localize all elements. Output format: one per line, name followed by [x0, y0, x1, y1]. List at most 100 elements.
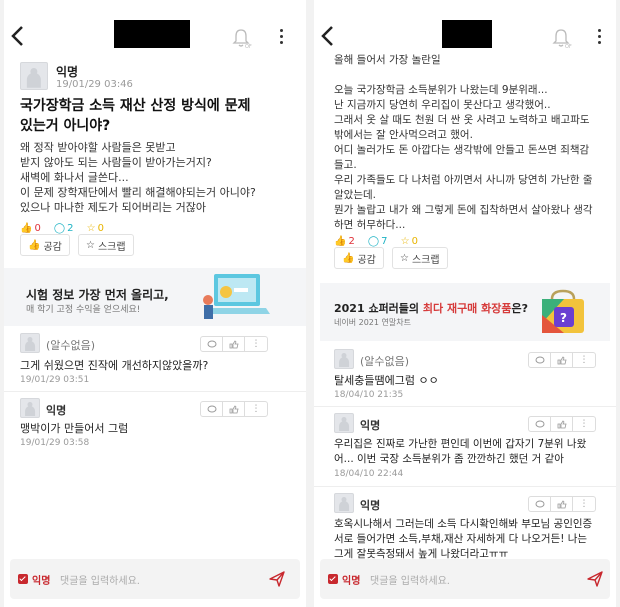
- back-arrow-icon[interactable]: [8, 22, 28, 50]
- send-icon[interactable]: [268, 570, 286, 588]
- post-body: 왜 정작 받아야할 사람들은 못받고 받지 않아도 되는 사람들이 받아가는거지…: [20, 140, 256, 215]
- reply-icon[interactable]: [201, 402, 223, 416]
- star-icon: ☆: [400, 252, 409, 264]
- comment-text: 어... 이번 국장 소득분위가 좀 깐깐하긴 했던 거 같아: [334, 453, 564, 465]
- notification-off-icon[interactable]: OFF: [550, 27, 572, 49]
- banner-title-pre: 2021 쇼퍼러들의: [334, 302, 423, 315]
- reply-icon[interactable]: [529, 353, 551, 367]
- anonymous-checkbox[interactable]: [328, 574, 338, 584]
- back-arrow-icon[interactable]: [318, 22, 338, 50]
- body-line: [334, 68, 593, 83]
- like-label: 공감: [357, 254, 376, 266]
- like-button[interactable]: 👍 공감: [20, 234, 70, 256]
- reply-icon[interactable]: [529, 497, 551, 511]
- banner-title: 시험 정보 가장 먼저 올리고,: [26, 288, 169, 302]
- scrap-count: 0: [97, 223, 104, 234]
- comment-input-bar: 익명 댓글을 입력하세요.: [320, 559, 610, 599]
- avatar: [334, 413, 354, 433]
- comment-input-bar: 익명 댓글을 입력하세요.: [10, 559, 300, 599]
- notification-off-icon[interactable]: OFF: [230, 27, 252, 49]
- comment-text: 맹박이가 만들어서 그럼: [20, 422, 129, 435]
- comment-count-icon: ◯: [367, 236, 380, 247]
- comment-text: 그게 쉬웠으면 진작에 개선하지않았을까?: [20, 359, 209, 372]
- scrap-count-icon: ☆: [400, 236, 410, 247]
- divider: [314, 486, 616, 487]
- ad-banner[interactable]: 시험 정보 가장 먼저 올리고, 매 학기 고정 수익을 얻으세요!: [4, 268, 306, 326]
- like-icon[interactable]: [551, 353, 573, 367]
- avatar: [20, 333, 40, 353]
- body-line: 오늘 국가장학금 소득분위가 나왔는데 9분위래...: [334, 84, 548, 96]
- more-icon[interactable]: ⋮: [573, 497, 595, 511]
- comment-count: 2: [67, 223, 74, 234]
- body-line: 어디 놀러가도 돈 아깝다는 생각밖에 안들고 돈쓰면 죄책감: [334, 144, 590, 156]
- like-icon[interactable]: [551, 417, 573, 431]
- body-line: 난 지금까지 당연히 우리집이 못산다고 생각했어..: [334, 99, 551, 111]
- more-icon[interactable]: ⋮: [573, 417, 595, 431]
- banner-subtitle: 매 학기 고정 수익을 얻으세요!: [26, 305, 141, 315]
- redacted-block: [114, 20, 190, 48]
- comment-author: 익명: [360, 419, 381, 432]
- right-screen: OFF 올해 들어서 가장 놀란일 오늘 국가장학금 소득분위가 나왔는데 9분…: [314, 0, 616, 607]
- body-line: 받지 않아도 되는 사람들이 받아가는거지?: [20, 156, 212, 169]
- svg-text:?: ?: [560, 311, 567, 325]
- redacted-block: [442, 20, 492, 48]
- scrap-button[interactable]: ☆ 스크랩: [78, 234, 134, 256]
- comment-text: 서로 들어가면 소득,부채,재산 자세하게 다 나오거든! 나는: [334, 533, 588, 545]
- reply-icon[interactable]: [201, 337, 223, 351]
- send-icon[interactable]: [586, 570, 604, 588]
- thumbs-up-icon: 👍: [342, 252, 355, 264]
- body-line: 알았는데.: [334, 189, 376, 201]
- body-line: 우리 가족들도 다 나처럼 아끼면서 사니까 당연히 가난한 줄: [334, 174, 593, 186]
- scrap-button[interactable]: ☆ 스크랩: [392, 247, 448, 269]
- avatar: [334, 493, 354, 513]
- comment-actions: ⋮: [528, 352, 596, 368]
- anonymous-checkbox[interactable]: [18, 574, 28, 584]
- like-count: 0: [34, 223, 41, 234]
- banner-title-post: 은?: [511, 302, 529, 315]
- post-author: 익명: [56, 65, 79, 79]
- body-line: 새벽에 화나서 글쓴다...: [20, 171, 129, 184]
- body-line: 밖에서는 잘 안사먹으려고 했어.: [334, 129, 473, 141]
- comment-count-icon: ◯: [53, 223, 66, 234]
- comment-actions: ⋮: [528, 416, 596, 432]
- comment-count: 7: [381, 236, 388, 247]
- comment-text: 호옥시나해서 그러는데 소득 다시확인해봐 부모님 공인인증: [334, 518, 593, 530]
- top-bar: OFF: [4, 0, 306, 60]
- body-line: 들고.: [334, 159, 357, 171]
- like-icon[interactable]: [551, 497, 573, 511]
- like-count-icon: 👍: [20, 223, 33, 234]
- comment-date: 19/01/29 03:51: [20, 375, 90, 385]
- more-icon[interactable]: ⋮: [245, 337, 267, 351]
- post-stats: 👍 2 ◯ 7 ☆ 0: [334, 229, 426, 248]
- like-button[interactable]: 👍 공감: [334, 247, 384, 269]
- comment-actions: ⋮: [200, 336, 268, 352]
- svg-text:OFF: OFF: [245, 44, 252, 49]
- scrap-label: 스크랩: [411, 254, 440, 266]
- comment-date: 18/04/10 22:44: [334, 469, 404, 479]
- comment-author: 익명: [360, 499, 381, 512]
- body-line: 왜 정작 받아야할 사람들은 못받고: [20, 141, 176, 154]
- more-options-icon[interactable]: [594, 26, 604, 48]
- divider: [4, 391, 306, 392]
- top-bar: OFF: [314, 0, 616, 60]
- like-icon[interactable]: [223, 402, 245, 416]
- like-count-icon: 👍: [334, 236, 347, 247]
- more-options-icon[interactable]: [276, 26, 286, 48]
- ad-banner[interactable]: 2021 쇼퍼러들의 최다 재구매 화장품은? 네이버 2021 연말차트 ?: [320, 283, 610, 341]
- post-date: 19/01/29 03:46: [56, 79, 133, 90]
- post-title-line-1: 국가장학금 소득 재산 산정 방식에 문제: [20, 98, 251, 114]
- avatar: [334, 349, 354, 369]
- scrap-count: 0: [411, 236, 418, 247]
- comment-text: 우리집은 진짜로 가난한 편인데 이번에 갑자기 7분위 나왔: [334, 438, 587, 450]
- reply-icon[interactable]: [529, 417, 551, 431]
- comment-author: 익명: [46, 404, 67, 417]
- comment-input[interactable]: 댓글을 입력하세요.: [60, 572, 140, 587]
- more-icon[interactable]: ⋮: [245, 402, 267, 416]
- body-line: 있으나 마나한 제도가 되어버리는 거잖아: [20, 201, 207, 214]
- comment-input[interactable]: 댓글을 입력하세요.: [370, 572, 450, 587]
- banner-title: 2021 쇼퍼러들의 최다 재구매 화장품은?: [334, 300, 528, 316]
- scrap-count-icon: ☆: [86, 223, 96, 234]
- post-body: 올해 들어서 가장 놀란일 오늘 국가장학금 소득분위가 나왔는데 9분위래..…: [334, 53, 593, 233]
- more-icon[interactable]: ⋮: [573, 353, 595, 367]
- like-icon[interactable]: [223, 337, 245, 351]
